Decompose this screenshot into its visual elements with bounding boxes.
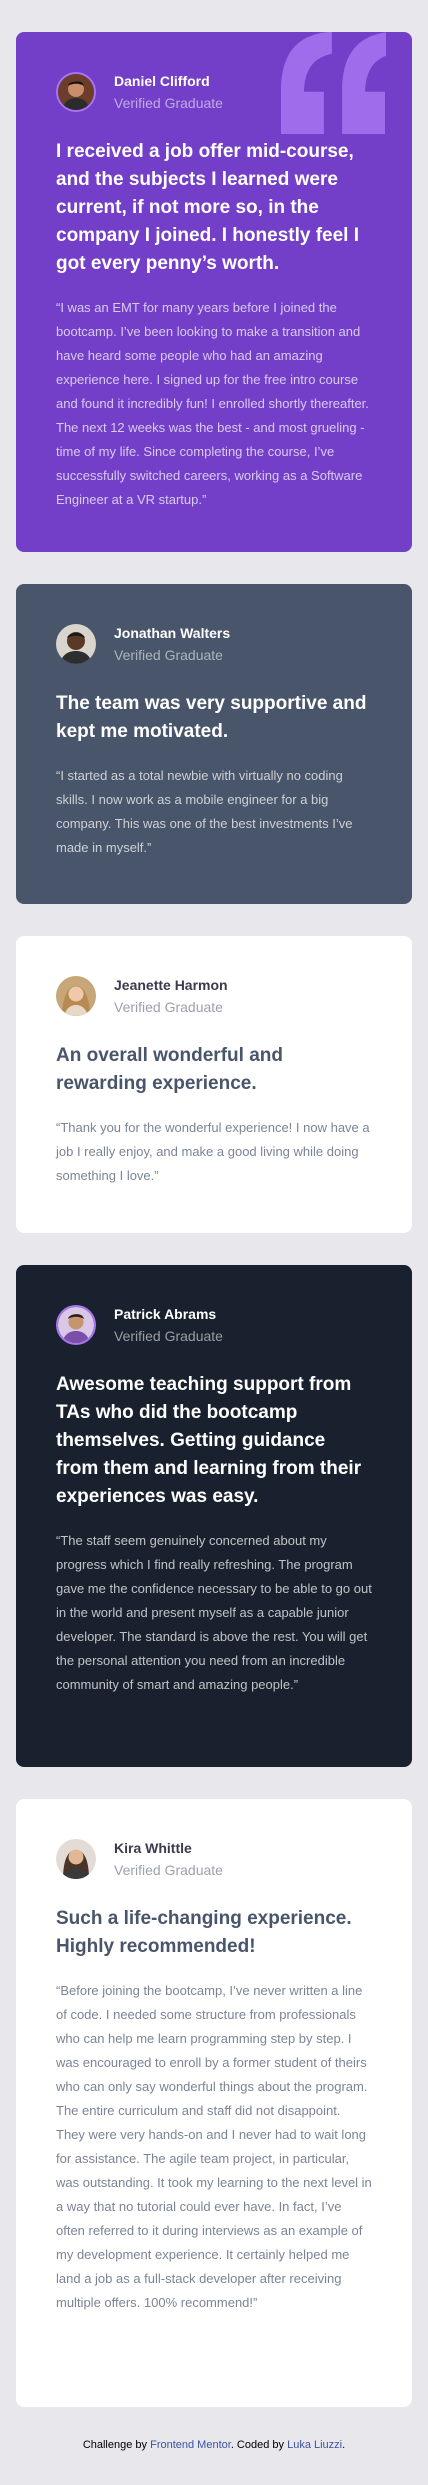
author-block: Jeanette Harmon Verified Graduate bbox=[56, 976, 372, 1016]
testimonial-headline: An overall wonderful and rewarding exper… bbox=[56, 1045, 283, 1094]
testimonial-headline: Such a life-changing experience. Highly … bbox=[56, 1908, 352, 1957]
author-role: Verified Graduate bbox=[114, 1862, 223, 1878]
author-role: Verified Graduate bbox=[114, 95, 223, 111]
avatar bbox=[56, 976, 96, 1016]
testimonial-body: “Thank you for the wonderful experience!… bbox=[56, 1120, 370, 1183]
testimonial-headline: The team was very supportive and kept me… bbox=[56, 693, 367, 742]
author-block: Jonathan Walters Verified Graduate bbox=[56, 624, 372, 664]
author-block: Daniel Clifford Verified Graduate bbox=[56, 72, 372, 112]
author-name: Jonathan Walters bbox=[114, 625, 231, 641]
testimonial-card-daniel: Daniel Clifford Verified Graduate I rece… bbox=[16, 32, 412, 552]
testimonial-headline: Awesome teaching support from TAs who di… bbox=[56, 1374, 362, 1507]
testimonial-card-kira: Kira Whittle Verified Graduate Such a li… bbox=[16, 1799, 412, 2407]
footer-suffix: . bbox=[342, 2439, 346, 2451]
attribution-footer: Challenge by Frontend Mentor. Coded by L… bbox=[16, 2439, 412, 2451]
avatar bbox=[56, 624, 96, 664]
author-role: Verified Graduate bbox=[114, 647, 223, 663]
author-block: Patrick Abrams Verified Graduate bbox=[56, 1305, 372, 1345]
author-name: Daniel Clifford bbox=[114, 73, 210, 89]
testimonial-card-patrick: Patrick Abrams Verified Graduate Awesome… bbox=[16, 1265, 412, 1767]
author-block: Kira Whittle Verified Graduate bbox=[56, 1839, 372, 1879]
testimonial-headline: I received a job offer mid-course, and t… bbox=[56, 141, 360, 274]
testimonial-body: “Before joining the bootcamp, I’ve never… bbox=[56, 1983, 372, 2310]
author-name: Kira Whittle bbox=[114, 1840, 192, 1856]
avatar bbox=[56, 1839, 96, 1879]
footer-middle: . Coded by bbox=[230, 2439, 288, 2451]
testimonial-body: “I started as a total newbie with virtua… bbox=[56, 768, 353, 855]
testimonial-card-jonathan: Jonathan Walters Verified Graduate The t… bbox=[16, 584, 412, 904]
author-name: Patrick Abrams bbox=[114, 1306, 217, 1322]
author-link[interactable]: Luka Liuzzi bbox=[287, 2439, 342, 2451]
avatar bbox=[56, 72, 96, 112]
avatar bbox=[56, 1305, 96, 1345]
testimonial-body: “I was an EMT for many years before I jo… bbox=[56, 300, 369, 507]
author-name: Jeanette Harmon bbox=[114, 977, 228, 993]
author-role: Verified Graduate bbox=[114, 1328, 223, 1344]
testimonial-card-jeanette: Jeanette Harmon Verified Graduate An ove… bbox=[16, 936, 412, 1233]
testimonial-body: “The staff seem genuinely concerned abou… bbox=[56, 1533, 372, 1692]
frontend-mentor-link[interactable]: Frontend Mentor bbox=[150, 2439, 231, 2451]
author-role: Verified Graduate bbox=[114, 999, 223, 1015]
footer-prefix: Challenge by bbox=[82, 2439, 151, 2451]
